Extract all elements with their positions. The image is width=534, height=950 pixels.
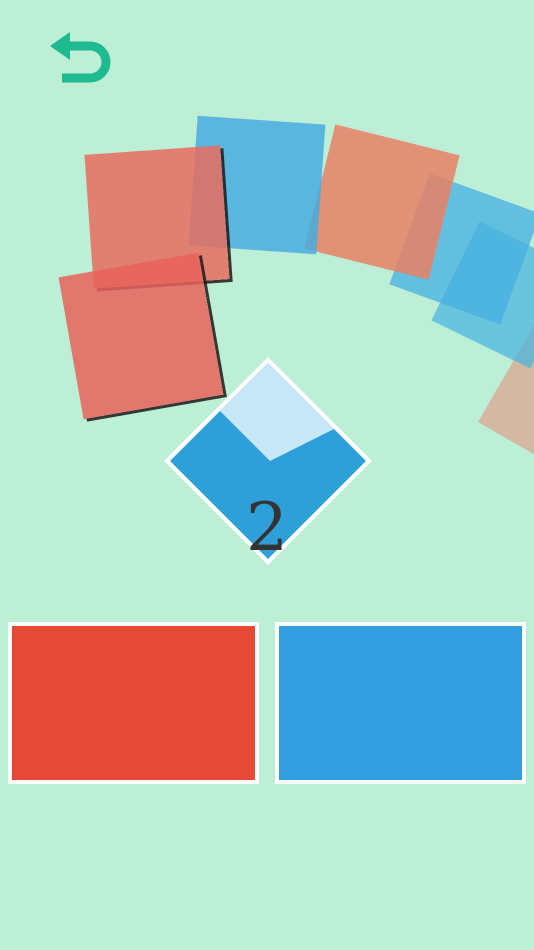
blue-choice-button[interactable] bbox=[275, 622, 526, 784]
undo-arrow-icon bbox=[50, 32, 111, 83]
red-choice-button[interactable] bbox=[8, 622, 259, 784]
undo-button[interactable] bbox=[46, 26, 116, 92]
game-board bbox=[0, 100, 534, 565]
score-display: 2 bbox=[246, 489, 288, 566]
